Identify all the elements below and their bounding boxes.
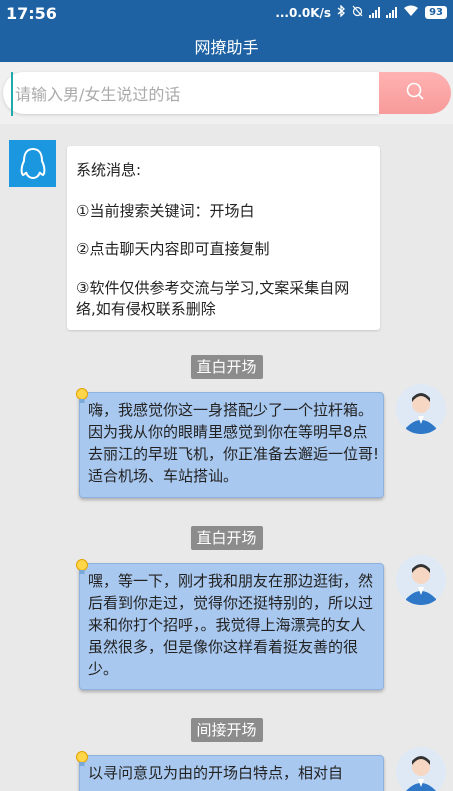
status-time: 17:56: [6, 4, 57, 23]
system-message-line: ③软件仅供参考交流与学习,文案采集自网络,如有侵权联系删除: [76, 279, 350, 318]
bluetooth-icon: [337, 4, 346, 20]
top-bar: 17:56 ...0.0K/s 93 网撩助手: [0, 0, 453, 62]
alarm-off-icon: [352, 5, 363, 20]
lightbulb-icon: [75, 750, 89, 774]
lightbulb-icon: [75, 387, 89, 411]
search-icon: [405, 81, 425, 105]
user-avatar-icon: [396, 555, 446, 605]
signal-hd-icon: [369, 7, 381, 18]
signal-icon: [386, 7, 398, 18]
wifi-icon: [403, 5, 419, 20]
battery-icon: 93: [425, 6, 447, 19]
message-text: 以寻问意见为由的开场白特点，相对自: [88, 764, 344, 782]
system-message-card[interactable]: 系统消息: ①当前搜索关键词：开场白 ②点击聊天内容即可直接复制 ③软件仅供参考…: [67, 146, 380, 330]
system-message-line: ①当前搜索关键词：开场白: [76, 202, 255, 220]
message-text: 嘿，等一下，刚才我和朋友在那边逛街，然后看到你走过，觉得你还挺特别的，所以过来和…: [88, 572, 374, 678]
system-message-line: ②点击聊天内容即可直接复制: [76, 240, 270, 258]
search-button[interactable]: [379, 72, 451, 114]
app-title: 网撩助手: [194, 38, 259, 57]
category-tag: 直白开场: [190, 355, 263, 379]
search-bar: [0, 62, 453, 124]
search-field: [3, 72, 379, 116]
search-input[interactable]: [11, 72, 377, 116]
chat-list[interactable]: 系统消息: ①当前搜索关键词：开场白 ②点击聊天内容即可直接复制 ③软件仅供参考…: [0, 130, 453, 791]
chat-bubble[interactable]: 嗨，我感觉你这一身搭配少了一个拉杆箱。因为我从你的眼睛里感觉到你在等明早8点去丽…: [76, 388, 384, 498]
system-avatar: [9, 140, 56, 187]
lightbulb-icon: [75, 558, 89, 582]
chat-bubble[interactable]: 嘿，等一下，刚才我和朋友在那边逛街，然后看到你走过，觉得你还挺特别的，所以过来和…: [76, 559, 384, 690]
network-speed: ...0.0K/s: [275, 5, 332, 20]
system-message-heading: 系统消息:: [76, 161, 142, 179]
user-avatar-icon: [396, 384, 446, 434]
user-avatar-icon: [396, 747, 446, 791]
category-tag: 直白开场: [190, 526, 263, 550]
penguin-icon: [20, 147, 45, 179]
category-tag: 间接开场: [190, 718, 263, 742]
message-text: 嗨，我感觉你这一身搭配少了一个拉杆箱。因为我从你的眼睛里感觉到你在等明早8点去丽…: [88, 401, 380, 485]
chat-bubble[interactable]: 以寻问意见为由的开场白特点，相对自: [76, 751, 384, 791]
status-icons: ...0.0K/s 93: [275, 4, 447, 20]
